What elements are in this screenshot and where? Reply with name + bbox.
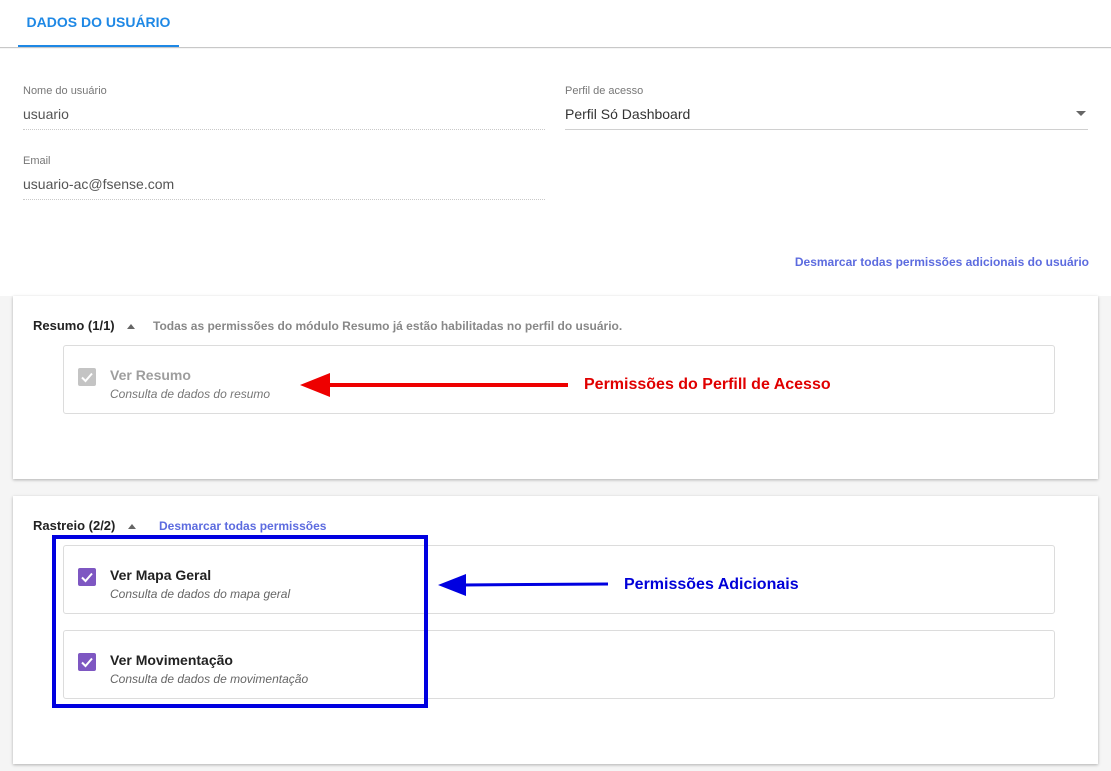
blue-arrow-head [438, 574, 466, 596]
annotation-adicionais: Permissões Adicionais [624, 576, 799, 593]
blue-arrow-shaft [461, 582, 609, 587]
additional-permissions-highlight [52, 535, 428, 708]
red-arrow-head [300, 373, 330, 397]
annotation-perfil: Permissões do Perfill de Acesso [584, 376, 831, 393]
